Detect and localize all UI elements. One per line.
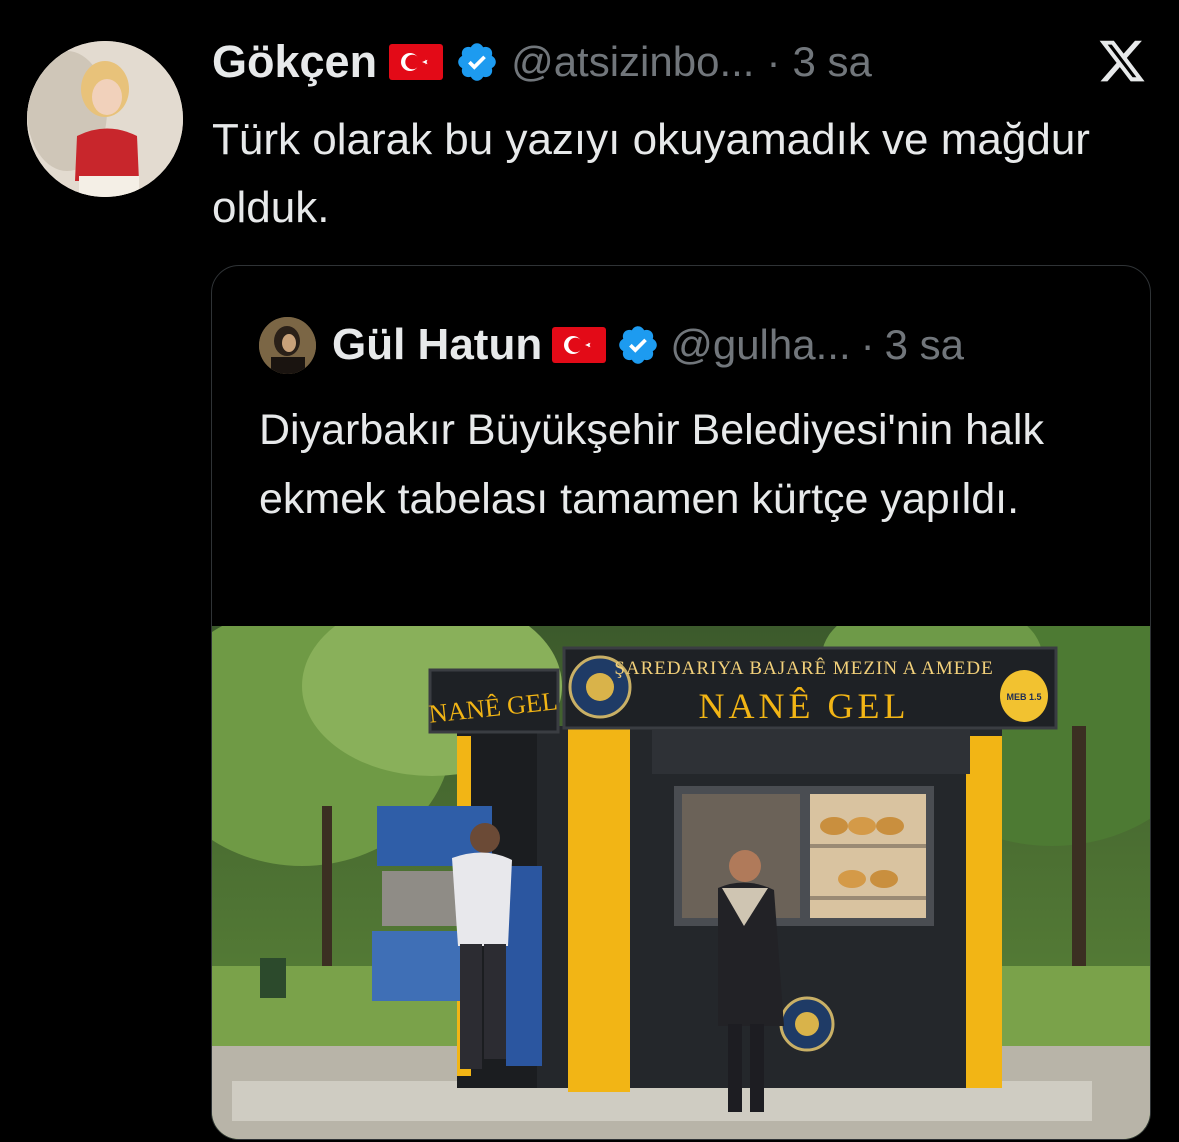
trash-bin <box>260 958 286 998</box>
avatar-image <box>27 41 183 197</box>
turkey-flag-icon <box>552 327 607 363</box>
quoted-tweet-time[interactable]: 3 sa <box>885 321 964 369</box>
person-man-shirt <box>452 852 512 946</box>
bread-crate <box>372 931 462 1001</box>
bread-kiosk-photo: MEB 1.5 ŞAREDARIYA BAJARÊ MEZIN A AMEDE … <box>212 626 1150 1139</box>
separator-dot: · <box>860 321 875 368</box>
bread-crate-stack <box>506 866 542 1066</box>
turkey-flag-icon <box>389 44 444 80</box>
kiosk-yellow-pillar <box>568 722 630 1092</box>
tweet-text: Türk olarak bu yazıyı okuyamadık ve mağd… <box>212 115 1090 232</box>
author-name[interactable]: Gökçen <box>212 36 377 88</box>
quoted-tweet-photo[interactable]: MEB 1.5 ŞAREDARIYA BAJARÊ MEZIN A AMEDE … <box>212 626 1150 1139</box>
bread-loaf <box>870 870 898 888</box>
separator-dot: · <box>766 38 781 85</box>
x-logo-icon[interactable] <box>1097 36 1147 86</box>
verified-badge-icon[interactable] <box>455 40 499 84</box>
quoted-tweet-text: Diyarbakır Büyükşehir Belediyesi'nin hal… <box>259 406 1044 523</box>
tweet-time[interactable]: 3 sa <box>792 38 871 86</box>
quoted-tweet-card[interactable]: Gül Hatun @gulha... · 3 sa Diyarbakır Bü… <box>211 265 1151 1140</box>
author-handle[interactable]: @atsizinbo... <box>511 38 754 86</box>
person-woman-head <box>729 850 761 882</box>
quoted-author-handle[interactable]: @gulha... <box>670 321 850 369</box>
quoted-author-avatar[interactable] <box>259 316 316 374</box>
bread-logo-text: MEB 1.5 <box>1006 692 1041 702</box>
quoted-author-name[interactable]: Gül Hatun <box>332 320 542 370</box>
bread-loaf <box>876 817 904 835</box>
person-man-head <box>470 823 500 853</box>
verified-badge-icon[interactable] <box>616 323 660 367</box>
sign-main-text: NANÊ GEL <box>699 686 910 726</box>
author-avatar[interactable] <box>27 41 183 197</box>
kiosk-yellow-pillar <box>966 736 1002 1088</box>
kiosk-awning <box>652 730 970 774</box>
bread-loaf <box>820 817 848 835</box>
bread-loaf <box>848 817 876 835</box>
quoted-avatar-image <box>259 316 316 374</box>
bread-loaf <box>838 870 866 888</box>
tweet-header: Gökçen @atsizinbo... · 3 sa <box>212 34 872 90</box>
sign-top-text: ŞAREDARIYA BAJARÊ MEZIN A AMEDE <box>614 657 993 679</box>
quoted-tweet-header: Gül Hatun @gulha... · 3 sa <box>259 314 964 376</box>
